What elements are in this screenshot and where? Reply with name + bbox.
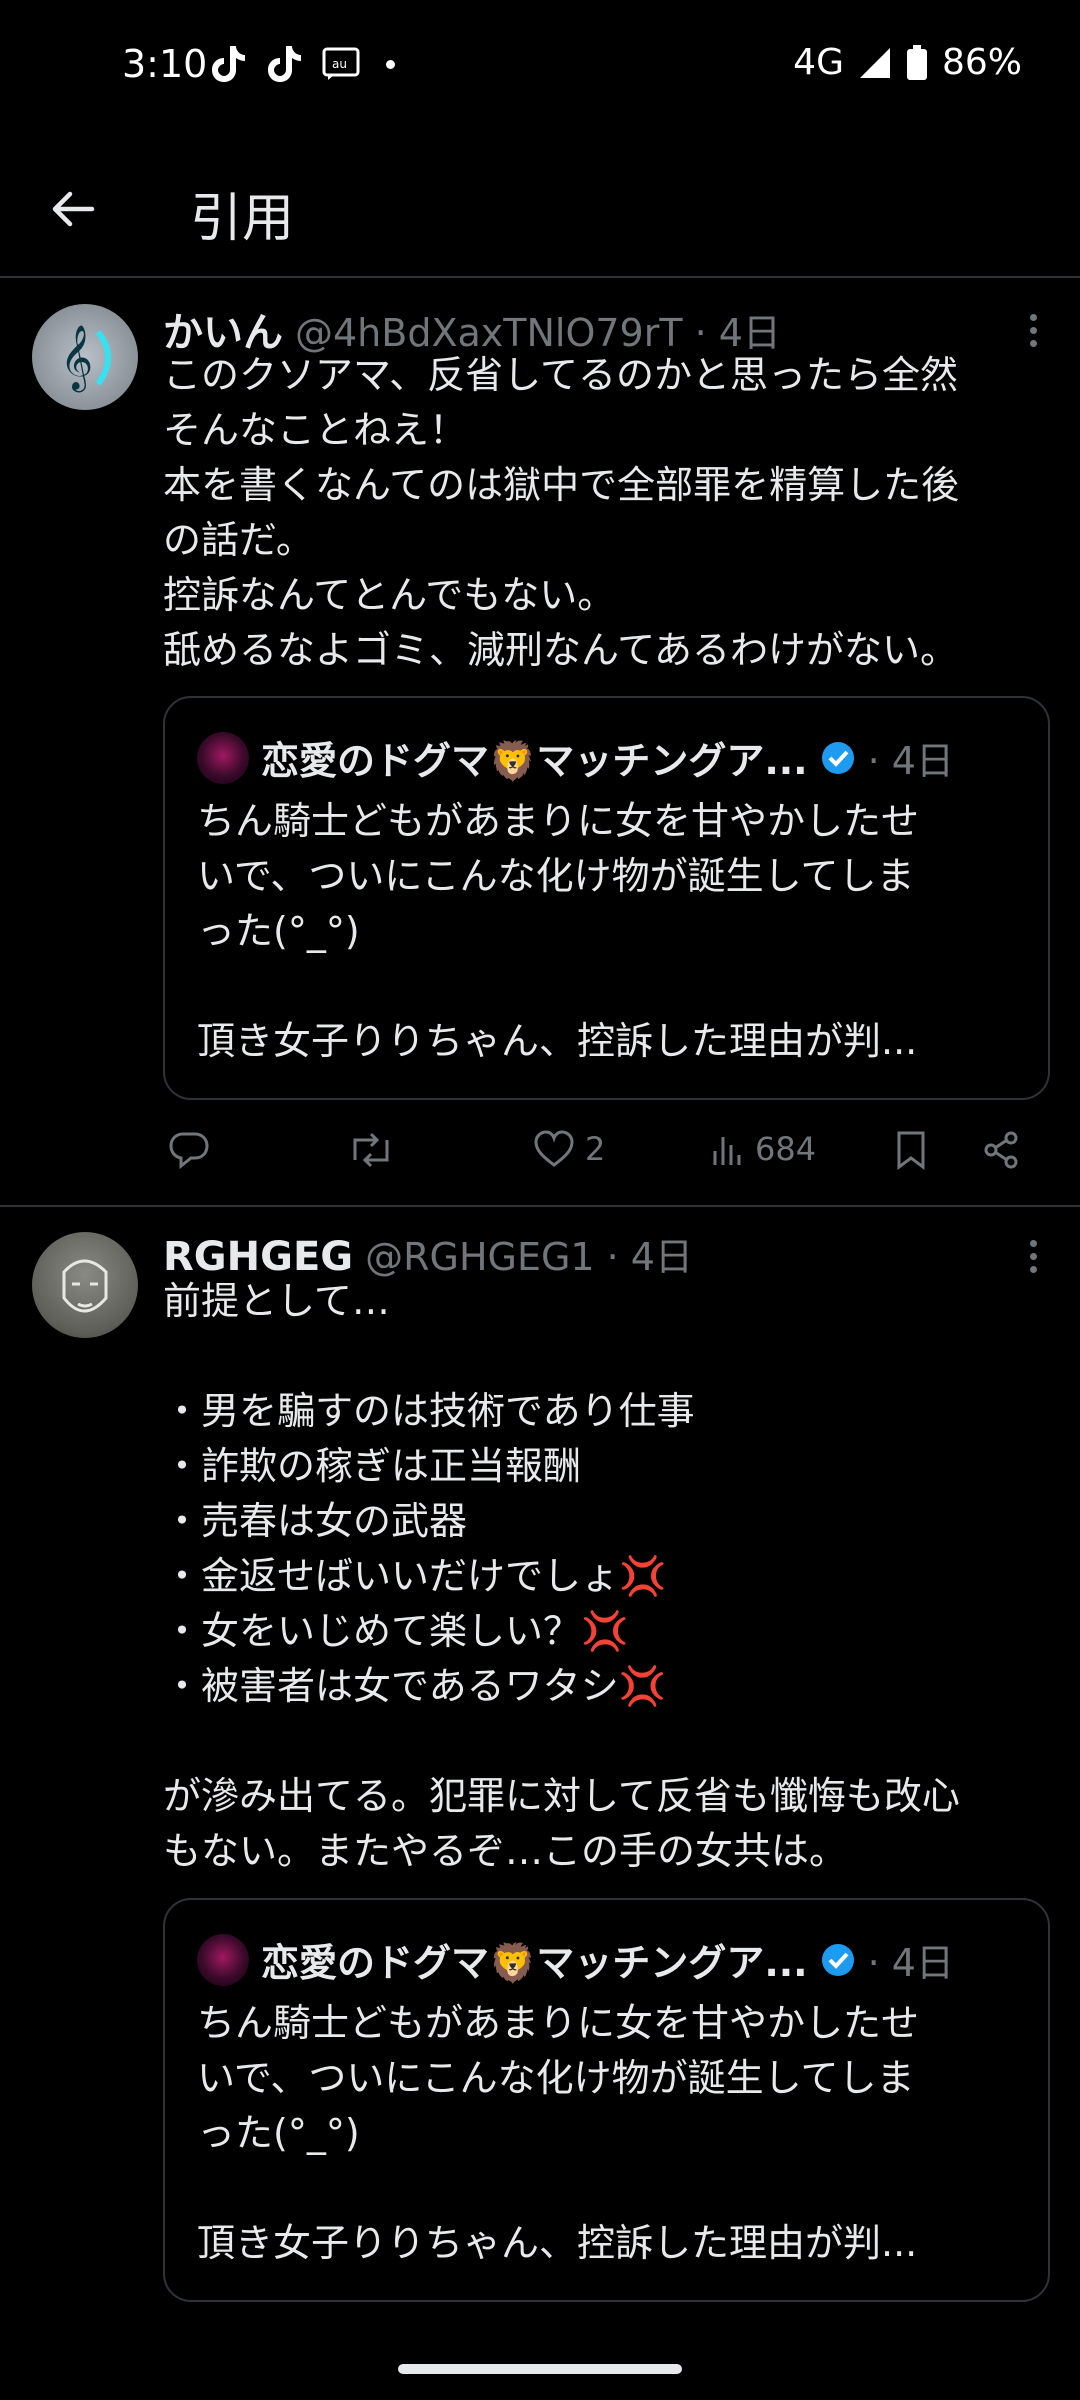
user-handle[interactable]: @RGHGEG1 xyxy=(365,1235,595,1279)
battery-level: 86% xyxy=(941,42,1022,83)
au-icon: au xyxy=(322,47,360,80)
quote-text: ちん騎士どもがあまりに女を甘やかしたせ いで、ついにこんな化け物が誕生してしま … xyxy=(197,799,920,1063)
quote-text: ちん騎士どもがあまりに女を甘やかしたせ いで、ついにこんな化け物が誕生してしま … xyxy=(197,2001,920,2265)
action-bar: 2 684 xyxy=(163,1130,1023,1190)
like-count: 2 xyxy=(585,1130,606,1168)
tweet-text: このクソアマ、反省してるのかと思ったら全然 そんなことねえ！ 本を書くなんてのは… xyxy=(163,353,960,672)
like-button[interactable]: 2 xyxy=(533,1130,605,1168)
share-icon xyxy=(984,1131,1018,1169)
status-right: 4G 86% xyxy=(793,42,1022,83)
more-options-icon[interactable] xyxy=(1026,1234,1040,1279)
quote-header: 恋愛のドグマ🦁マッチングア... · 4日 xyxy=(197,730,954,785)
repost-icon xyxy=(353,1132,389,1168)
tweet-time: · 4日 xyxy=(606,1235,693,1279)
dot-icon xyxy=(386,59,395,69)
battery-icon xyxy=(906,44,927,80)
home-indicator[interactable] xyxy=(398,2364,682,2374)
tweet-header: RGHGEG @RGHGEG1 · 4日 xyxy=(163,1226,693,1281)
repost-button[interactable] xyxy=(347,1130,395,1170)
status-bar: 3:10 au 4G 86% xyxy=(0,0,1080,130)
views-icon xyxy=(713,1137,741,1165)
svg-text:au: au xyxy=(332,57,347,71)
quote-time: · 4日 xyxy=(867,1941,954,1985)
quote-header: 恋愛のドグマ🦁マッチングア... · 4日 xyxy=(197,1932,954,1987)
network-label: 4G xyxy=(793,42,844,83)
reply-icon xyxy=(169,1132,209,1170)
share-button[interactable] xyxy=(981,1130,1021,1170)
quoted-tweet[interactable]: 恋愛のドグマ🦁マッチングア... · 4日 ちん騎士どもがあまりに女を甘やかした… xyxy=(163,1898,1050,2302)
divider xyxy=(0,1205,1080,1207)
more-options-icon[interactable] xyxy=(1026,308,1040,353)
app-bar: 引用 xyxy=(0,150,1080,278)
reply-button[interactable] xyxy=(167,1130,211,1170)
bookmark-button[interactable] xyxy=(893,1130,929,1170)
signal-icon xyxy=(859,47,890,78)
verified-badge-icon xyxy=(821,741,854,774)
tweet[interactable]: 𝄞 かいん @4hBdXaxTNlO79rT · 4日 このクソアマ、反省してる… xyxy=(0,290,1080,1210)
avatar xyxy=(197,731,249,784)
views-button[interactable]: 684 xyxy=(709,1130,816,1168)
notification-icons: au xyxy=(210,44,395,84)
quote-display-name: 恋愛のドグマ🦁マッチングア... xyxy=(261,1941,808,1985)
back-arrow-icon[interactable] xyxy=(46,182,100,236)
avatar xyxy=(197,1933,249,1986)
tweet[interactable]: RGHGEG @RGHGEG1 · 4日 前提として… ・男を騙すのは技術であり… xyxy=(0,1222,1080,2332)
quote-display-name: 恋愛のドグマ🦁マッチングア... xyxy=(261,739,808,783)
avatar[interactable] xyxy=(32,1232,138,1338)
status-time: 3:10 xyxy=(122,42,208,86)
svg-text:𝄞: 𝄞 xyxy=(60,325,93,392)
tweet-text: 前提として… ・男を騙すのは技術であり仕事 ・詐欺の稼ぎは正当報酬 ・売春は女の… xyxy=(163,1279,960,1873)
quoted-tweet[interactable]: 恋愛のドグマ🦁マッチングア... · 4日 ちん騎士どもがあまりに女を甘やかした… xyxy=(163,696,1050,1100)
page-title: 引用 xyxy=(190,189,295,249)
quote-time: · 4日 xyxy=(867,739,954,783)
bookmark-icon xyxy=(897,1131,925,1170)
tiktok-icon xyxy=(212,46,245,82)
avatar[interactable]: 𝄞 xyxy=(32,304,138,410)
verified-badge-icon xyxy=(821,1943,854,1976)
tiktok-icon xyxy=(268,46,301,82)
heart-icon xyxy=(534,1130,574,1167)
view-count: 684 xyxy=(755,1130,817,1168)
